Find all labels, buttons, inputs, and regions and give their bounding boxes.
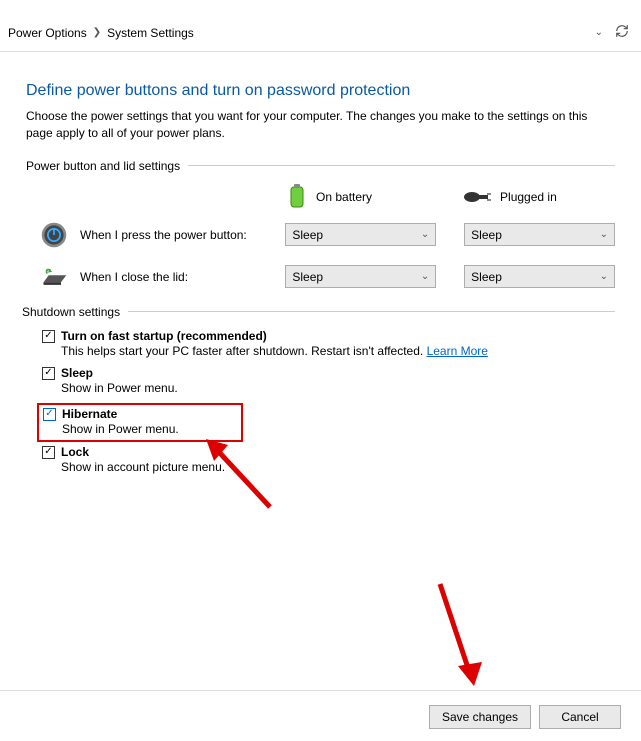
power-button-icon [40,221,68,249]
check-hibernate: ✓ Hibernate Show in Power menu. [43,407,237,436]
checkbox-sleep[interactable]: ✓ [42,367,55,380]
breadcrumb-parent[interactable]: Power Options [8,26,87,40]
row-power-button: When I press the power button: Sleep⌄ Sl… [26,221,615,249]
plug-icon [462,188,492,206]
checkbox-hibernate[interactable]: ✓ [43,408,56,421]
chevron-down-icon: ⌄ [600,229,608,240]
power-column-headers: On battery Plugged in [26,183,615,211]
breadcrumb[interactable]: Power Options ❯ System Settings [8,26,194,40]
annotation-arrow-icon [430,574,490,694]
chevron-right-icon: ❯ [93,27,101,38]
check-sleep: ✓ Sleep Show in Power menu. [42,366,615,399]
page-description: Choose the power settings that you want … [26,108,615,143]
row-close-lid: When I close the lid: Sleep⌄ Sleep⌄ [26,263,615,291]
close-lid-battery-select[interactable]: Sleep⌄ [285,265,436,288]
battery-icon [286,183,308,211]
chevron-down-icon: ⌄ [600,271,608,282]
address-bar: Power Options ❯ System Settings ⌄ [0,14,641,52]
lid-icon [40,263,68,291]
section-power-button-lid: Power button and lid settings [26,159,615,173]
breadcrumb-current[interactable]: System Settings [107,26,194,40]
check-lock: ✓ Lock Show in account picture menu. [42,445,615,478]
section-shutdown: Shutdown settings [22,305,615,319]
cancel-button[interactable]: Cancel [539,705,621,729]
power-button-plugged-select[interactable]: Sleep⌄ [464,223,615,246]
chevron-down-icon: ⌄ [421,271,429,282]
power-button-battery-select[interactable]: Sleep⌄ [285,223,436,246]
checkbox-fast-startup[interactable]: ✓ [42,330,55,343]
learn-more-link[interactable]: Learn More [427,344,488,358]
chevron-down-icon: ⌄ [421,229,429,240]
button-bar: Save changes Cancel [429,705,621,729]
close-lid-plugged-select[interactable]: Sleep⌄ [464,265,615,288]
refresh-icon[interactable] [615,24,629,41]
save-changes-button[interactable]: Save changes [429,705,531,729]
page-title: Define power buttons and turn on passwor… [26,82,615,100]
checkbox-lock[interactable]: ✓ [42,446,55,459]
check-fast-startup: ✓ Turn on fast startup (recommended) Thi… [42,329,615,362]
chevron-down-icon[interactable]: ⌄ [595,27,603,38]
highlight-hibernate: ✓ Hibernate Show in Power menu. [37,403,243,442]
